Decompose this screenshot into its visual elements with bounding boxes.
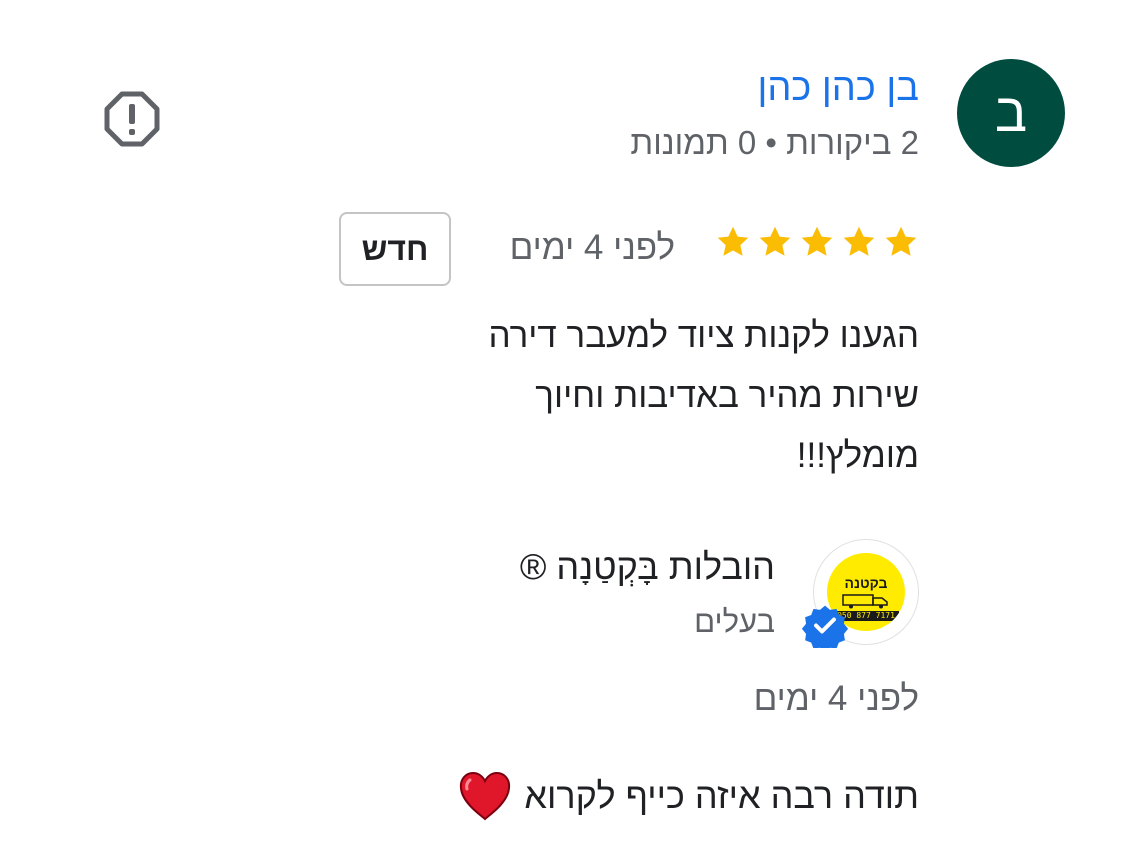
- owner-logo-title: בקטנה: [844, 575, 888, 591]
- owner-reply-text: תודה רבה איזה כייף לקרוא: [524, 775, 919, 816]
- star-icon: [885, 226, 917, 256]
- new-badge: חדש: [339, 212, 451, 286]
- heart-icon: [460, 771, 511, 821]
- owner-role: בעלים: [694, 604, 775, 639]
- owner-reply: תודה רבה איזה כייף לקרוא: [458, 770, 919, 822]
- reviewer-name-link[interactable]: בן כהן כהן: [757, 64, 919, 112]
- avatar-letter: ב: [994, 83, 1028, 143]
- review-time: לפני 4 ימים: [509, 228, 675, 267]
- report-icon[interactable]: [104, 91, 160, 147]
- truck-icon: [842, 594, 888, 609]
- star-icon: [759, 226, 791, 256]
- review-line: הגענו לקנות ציוד למעבר דירה: [488, 316, 919, 355]
- star-rating: [715, 224, 919, 260]
- star-icon: [801, 226, 833, 256]
- reviewer-avatar[interactable]: ב: [957, 59, 1065, 167]
- review-line: שירות מהיר באדיבות וחיוך: [535, 376, 919, 415]
- verified-icon: [802, 605, 848, 648]
- reviewer-meta: 2 ביקורות • 0 תמונות: [630, 124, 919, 161]
- new-badge-label: חדש: [361, 230, 429, 267]
- owner-name[interactable]: הובלות בָּקְטַנָה ®: [520, 544, 775, 590]
- star-icon: [843, 226, 875, 256]
- star-icon: [717, 226, 749, 256]
- owner-response-time: לפני 4 ימים: [753, 679, 919, 718]
- review-line: מומלץ!!!: [796, 436, 919, 475]
- review-text: הגענו לקנות ציוד למעבר דירה שירות מהיר ב…: [319, 306, 919, 486]
